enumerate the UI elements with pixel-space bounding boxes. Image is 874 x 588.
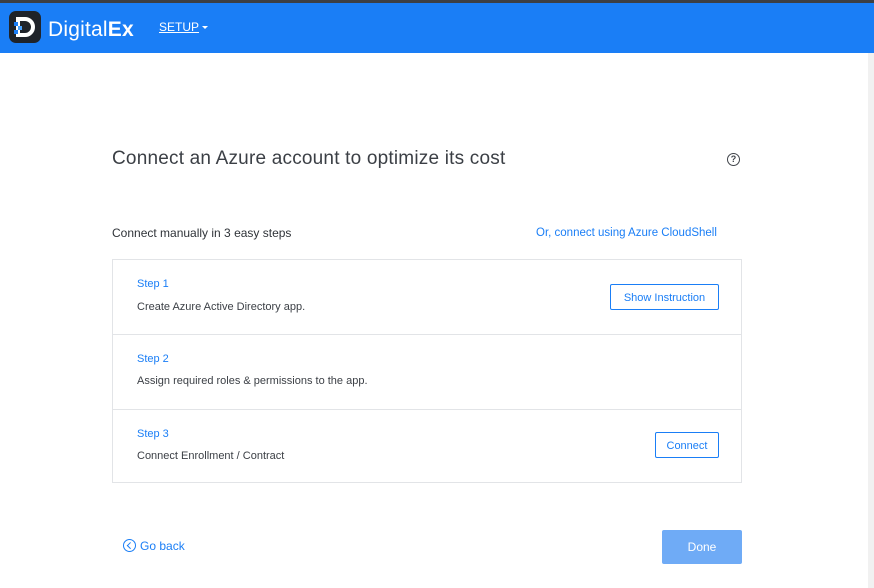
steps-subtitle: Connect manually in 3 easy steps <box>112 226 292 240</box>
show-instruction-button[interactable]: Show Instruction <box>610 284 719 310</box>
step-row-2: Step 2 Assign required roles & permissio… <box>113 334 741 409</box>
step-description: Assign required roles & permissions to t… <box>137 375 368 387</box>
top-navbar: DigitalEx SETUP <box>0 3 874 53</box>
step-row-1: Step 1 Create Azure Active Directory app… <box>113 260 741 334</box>
scrollbar[interactable] <box>868 53 874 588</box>
chevron-down-icon <box>202 26 209 30</box>
step-description: Connect Enrollment / Contract <box>137 450 285 462</box>
step-description: Create Azure Active Directory app. <box>137 301 306 313</box>
step-row-3: Step 3 Connect Enrollment / Contract Con… <box>113 409 741 484</box>
brand-name-bold: Ex <box>107 18 134 41</box>
go-back-label: Go back <box>140 539 185 553</box>
step-label: Step 2 <box>137 353 169 365</box>
go-back-link[interactable]: Go back <box>123 539 185 553</box>
connect-button[interactable]: Connect <box>655 432 719 458</box>
azure-cloudshell-link[interactable]: Or, connect using Azure CloudShell <box>536 226 717 240</box>
step-label: Step 1 <box>137 278 169 290</box>
setup-menu[interactable]: SETUP <box>159 20 209 34</box>
digitalex-logo-icon[interactable] <box>9 11 41 43</box>
step-label: Step 3 <box>137 428 169 440</box>
steps-list: Step 1 Create Azure Active Directory app… <box>112 259 742 483</box>
brand-name-regular: Digital <box>48 18 108 41</box>
back-circle-icon <box>123 539 136 552</box>
page-title: Connect an Azure account to optimize its… <box>112 148 506 169</box>
setup-menu-label: SETUP <box>159 20 200 34</box>
brand-name[interactable]: DigitalEx <box>48 18 134 42</box>
done-button[interactable]: Done <box>662 530 742 564</box>
help-circle-icon[interactable]: ? <box>727 153 740 166</box>
